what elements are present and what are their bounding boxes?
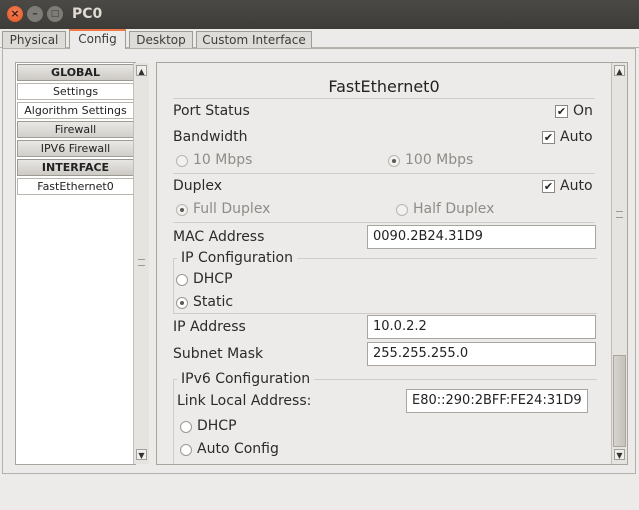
scroll-up-icon[interactable]: ▲ xyxy=(614,65,625,76)
config-frame: GLOBAL Settings Algorithm Settings Firew… xyxy=(2,48,636,474)
config-sidebar: GLOBAL Settings Algorithm Settings Firew… xyxy=(15,62,149,465)
window-title: PC0 xyxy=(72,6,103,22)
tab-custom-interface[interactable]: Custom Interface xyxy=(196,31,312,48)
scroll-down-icon[interactable]: ▼ xyxy=(614,449,625,460)
interface-panel-scrollbar[interactable]: ▲ ▼ xyxy=(611,63,627,464)
divider xyxy=(173,173,595,174)
full-duplex-label: Full Duplex xyxy=(193,201,271,217)
scroll-thumb[interactable] xyxy=(613,355,626,447)
close-button[interactable]: × xyxy=(7,6,23,22)
window-footer xyxy=(0,474,639,510)
sidebar-item-algorithm-settings[interactable]: Algorithm Settings xyxy=(17,102,134,119)
link-local-address-label: Link Local Address: xyxy=(177,393,312,409)
subnet-mask-label: Subnet Mask xyxy=(173,346,264,362)
interface-panel: FastEthernet0 Port Status ✔ On Bandwidth… xyxy=(156,62,628,465)
sidebar-item-firewall[interactable]: Firewall xyxy=(17,121,134,138)
tab-physical[interactable]: Physical xyxy=(2,31,66,48)
bandwidth-10-radio[interactable] xyxy=(176,155,188,167)
subnet-mask-field[interactable]: 255.255.255.0 xyxy=(367,342,596,366)
scroll-grip-icon xyxy=(616,211,623,218)
scroll-up-icon[interactable]: ▲ xyxy=(136,65,147,76)
duplex-auto-checkbox[interactable]: ✔ xyxy=(542,180,555,193)
ipv6-dhcp-radio[interactable] xyxy=(180,421,192,433)
title-bar: × – □ PC0 xyxy=(0,0,639,29)
maximize-button[interactable]: □ xyxy=(47,6,63,22)
sidebar-header-interface: INTERFACE xyxy=(17,159,134,176)
scroll-grip-icon xyxy=(138,259,145,266)
half-duplex-radio[interactable] xyxy=(396,204,408,216)
sidebar-scrollbar[interactable]: ▲ ▼ xyxy=(133,63,149,464)
bandwidth-label: Bandwidth xyxy=(173,129,248,145)
tab-desktop[interactable]: Desktop xyxy=(129,31,193,48)
port-status-on-label: On xyxy=(573,103,593,119)
ip-address-label: IP Address xyxy=(173,319,246,335)
port-status-label: Port Status xyxy=(173,103,250,119)
bandwidth-100-label: 100 Mbps xyxy=(405,152,474,168)
tab-config[interactable]: Config xyxy=(69,29,126,49)
ipv6-auto-config-radio[interactable] xyxy=(180,444,192,456)
sidebar-item-fastethernet0[interactable]: FastEthernet0 xyxy=(17,178,134,195)
ip-static-radio[interactable] xyxy=(176,297,188,309)
ip-configuration-title: IP Configuration xyxy=(177,250,297,266)
bandwidth-auto-checkbox[interactable]: ✔ xyxy=(542,131,555,144)
ip-dhcp-label: DHCP xyxy=(193,271,233,287)
interface-title: FastEthernet0 xyxy=(328,77,440,96)
mac-address-label: MAC Address xyxy=(173,229,265,245)
scroll-down-icon[interactable]: ▼ xyxy=(136,449,147,460)
ipv6-auto-config-label: Auto Config xyxy=(197,441,279,457)
bandwidth-auto-label: Auto xyxy=(560,129,593,145)
mac-address-field[interactable]: 0090.2B24.31D9 xyxy=(367,225,596,249)
minimize-button[interactable]: – xyxy=(27,6,43,22)
ip-address-field[interactable]: 10.0.2.2 xyxy=(367,315,596,339)
tab-bar: Physical Config Desktop Custom Interface xyxy=(0,29,639,49)
bandwidth-10-label: 10 Mbps xyxy=(193,152,253,168)
port-status-checkbox[interactable]: ✔ xyxy=(555,105,568,118)
sidebar-item-ipv6-firewall[interactable]: IPV6 Firewall xyxy=(17,140,134,157)
duplex-label: Duplex xyxy=(173,178,223,194)
divider xyxy=(173,222,595,223)
ipv6-configuration-title: IPv6 Configuration xyxy=(177,371,315,387)
duplex-auto-label: Auto xyxy=(560,178,593,194)
bandwidth-100-radio[interactable] xyxy=(388,155,400,167)
sidebar-header-global: GLOBAL xyxy=(17,64,134,81)
ip-static-label: Static xyxy=(193,294,234,310)
sidebar-item-settings[interactable]: Settings xyxy=(17,83,134,100)
ip-dhcp-radio[interactable] xyxy=(176,274,188,286)
half-duplex-label: Half Duplex xyxy=(413,201,495,217)
link-local-address-field[interactable]: E80::290:2BFF:FE24:31D9 xyxy=(406,389,588,413)
divider xyxy=(173,98,595,99)
full-duplex-radio[interactable] xyxy=(176,204,188,216)
ip-configuration-group xyxy=(173,258,597,314)
ipv6-dhcp-label: DHCP xyxy=(197,418,237,434)
